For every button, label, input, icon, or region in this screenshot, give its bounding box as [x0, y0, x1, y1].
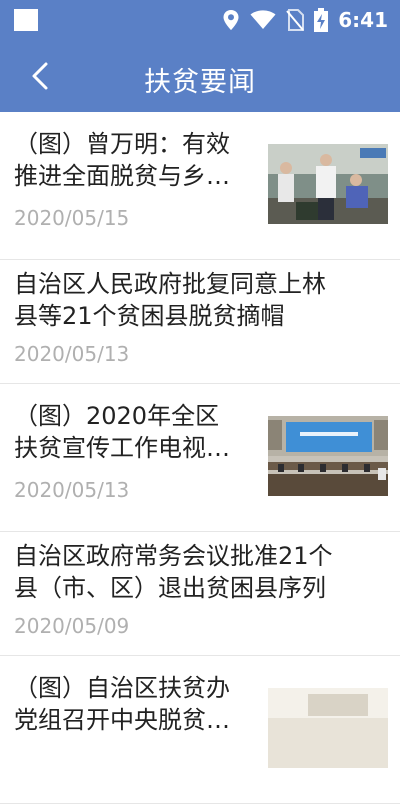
- wifi-icon: [250, 10, 276, 29]
- page-title: 扶贫要闻: [144, 67, 256, 98]
- news-item[interactable]: 自治区政府常务会议批准21个 县（市、区）退出贫困县序列 2020/05/09: [0, 532, 400, 656]
- status-icons: 6:41: [222, 6, 388, 34]
- news-date: 2020/05/13: [14, 342, 130, 366]
- news-item[interactable]: 自治区人民政府批复同意上林 县等21个贫困县脱贫摘帽 2020/05/13: [0, 260, 400, 384]
- news-date: 2020/05/09: [14, 614, 130, 638]
- news-title-line: 自治区政府常务会议批准21个: [14, 542, 333, 570]
- news-item[interactable]: （图）曾万明：有效 推进全面脱贫与乡… 2020/05/15: [0, 112, 400, 260]
- news-title-line: 推进全面脱贫与乡…: [14, 162, 230, 190]
- news-title: 自治区政府常务会议批准21个 县（市、区）退出贫困县序列: [14, 540, 333, 604]
- news-title-line: 县（市、区）退出贫困县序列: [14, 574, 326, 602]
- news-thumbnail: [268, 688, 388, 768]
- news-item[interactable]: （图）2020年全区 扶贫宣传工作电视… 2020/05/13: [0, 384, 400, 532]
- app-bar: 扶贫要闻: [0, 40, 400, 112]
- location-icon: [223, 10, 239, 30]
- news-title: （图）曾万明：有效 推进全面脱贫与乡…: [14, 128, 230, 192]
- news-title: 自治区人民政府批复同意上林 县等21个贫困县脱贫摘帽: [14, 268, 326, 332]
- news-date: 2020/05/13: [14, 478, 130, 502]
- news-title-line: （图）自治区扶贫办: [14, 674, 230, 702]
- news-list: （图）曾万明：有效 推进全面脱贫与乡… 2020/05/15 自治区人民政府批复…: [0, 112, 400, 804]
- news-item[interactable]: （图）自治区扶贫办 党组召开中央脱贫…: [0, 656, 400, 804]
- news-title-line: （图）2020年全区: [14, 402, 220, 430]
- news-title-line: 县等21个贫困县脱贫摘帽: [14, 302, 285, 330]
- news-title: （图）自治区扶贫办 党组召开中央脱贫…: [14, 672, 230, 736]
- news-title-line: 自治区人民政府批复同意上林: [14, 270, 326, 298]
- news-title-line: 扶贫宣传工作电视…: [14, 434, 230, 462]
- notification-icon: [14, 9, 38, 31]
- news-title-line: 党组召开中央脱贫…: [14, 706, 230, 734]
- status-bar: 6:41: [0, 0, 400, 40]
- battery-charging-icon: [314, 8, 329, 32]
- news-thumbnail: [268, 144, 388, 224]
- news-thumbnail: [268, 416, 388, 496]
- news-date: 2020/05/15: [14, 206, 130, 230]
- news-title-line: （图）曾万明：有效: [14, 130, 230, 158]
- news-title: （图）2020年全区 扶贫宣传工作电视…: [14, 400, 230, 464]
- no-sim-icon: [286, 9, 305, 31]
- status-time: 6:41: [338, 8, 388, 32]
